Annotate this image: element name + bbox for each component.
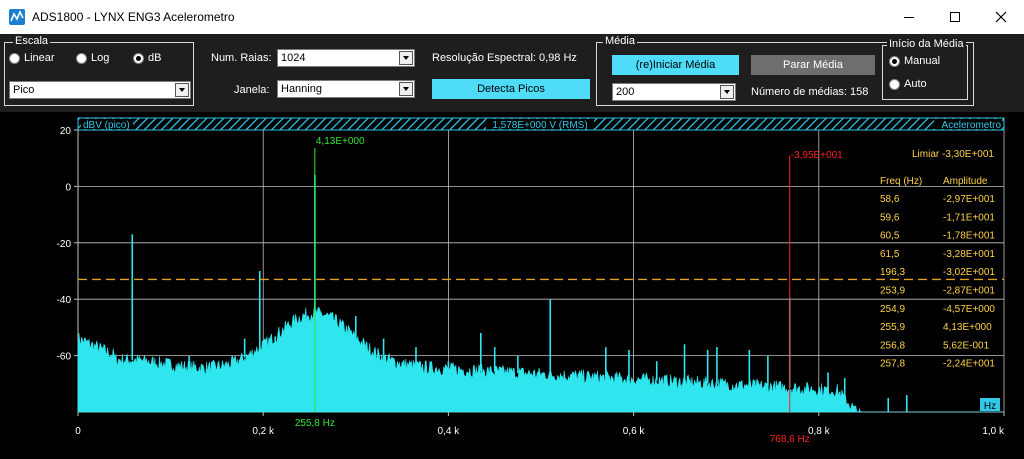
table-cell-freq: 257,8 (880, 359, 905, 370)
header-left-label: dBV (pico) (83, 120, 130, 131)
inicio-media-group: Início da Média Manual Auto (882, 38, 968, 100)
radio-linear[interactable]: Linear (9, 52, 55, 64)
radio-auto-label: Auto (904, 78, 927, 90)
x-tick-label: 0 (75, 426, 81, 437)
table-cell-freq: 61,5 (880, 249, 900, 260)
table-header-amplitude: Amplitude (943, 176, 988, 187)
spectrum-series (77, 306, 1004, 413)
table-cell-freq: 255,9 (880, 322, 905, 333)
x-tick-label: 0,4 k (438, 426, 461, 437)
resolucao-label: Resolução Espectral: 0,98 Hz (432, 52, 577, 64)
radio-log-dot[interactable] (76, 52, 87, 64)
chevron-down-icon[interactable] (399, 82, 413, 96)
table-cell-freq: 196,3 (880, 267, 905, 278)
janela-label: Janela: (234, 84, 270, 96)
table-cell-amplitude: -1,78E+001 (943, 231, 995, 242)
num-raias-select[interactable]: 1024 (277, 49, 415, 67)
radio-manual[interactable]: Manual (889, 55, 940, 67)
table-cell-amplitude: -2,24E+001 (943, 359, 995, 370)
table-cell-amplitude: -2,97E+001 (943, 194, 995, 205)
red-cursor-amp: -3,95E+001 (791, 150, 843, 161)
limiar-label: Limiar -3,30E+001 (912, 149, 994, 160)
radio-log[interactable]: Log (76, 52, 109, 64)
app-icon (9, 9, 25, 25)
control-panel: Escala Linear Log dB Pico Num. Raias: 10… (0, 34, 1024, 112)
x-tick-label: 0,6 k (623, 426, 646, 437)
radio-db-label: dB (148, 52, 162, 64)
header-center-label: 1,578E+000 V (RMS) (492, 120, 587, 131)
table-cell-amplitude: -3,28E+001 (943, 249, 995, 260)
table-cell-amplitude: -1,71E+001 (943, 212, 995, 223)
peak-table: Freq (Hz) Amplitude 58,6 -2,97E+001 59,6 -1,7… (880, 176, 995, 370)
table-cell-amplitude: 5,62E-001 (943, 340, 990, 351)
radio-auto-dot[interactable] (889, 78, 900, 90)
spectrum-chart[interactable]: 4,13E+000 255,8 Hz -3,95E+001 768,6 Hz dBV … (0, 112, 1024, 459)
janela-value: Hanning (281, 83, 322, 95)
escala-legend: Escala (13, 35, 51, 47)
radio-manual-label: Manual (904, 55, 941, 67)
radio-db[interactable]: dB (133, 52, 161, 64)
green-cursor-freq: 255,8 Hz (295, 418, 335, 429)
chevron-down-icon[interactable] (175, 83, 189, 97)
table-cell-freq: 58,6 (880, 194, 900, 205)
table-cell-freq: 60,5 (880, 231, 900, 242)
radio-auto[interactable]: Auto (889, 78, 927, 90)
table-cell-amplitude: -2,87E+001 (943, 286, 995, 297)
media-group: Média (re)Iniciar Média Parar Média 200 … (596, 35, 974, 106)
table-cell-amplitude: -3,02E+001 (943, 267, 995, 278)
inicio-media-legend: Início da Média (887, 38, 966, 50)
y-tick-label: -20 (57, 239, 72, 250)
janela-select[interactable]: Hanning (277, 80, 415, 98)
green-cursor-amp: 4,13E+000 (316, 136, 365, 147)
close-button[interactable] (978, 0, 1024, 34)
table-cell-freq: 256,8 (880, 340, 905, 351)
radio-linear-label: Linear (24, 52, 55, 64)
spectrum-plot[interactable]: 4,13E+000 255,8 Hz -3,95E+001 768,6 Hz dBV … (0, 112, 1024, 459)
minimize-button[interactable] (886, 0, 932, 34)
red-cursor-freq: 768,6 Hz (770, 434, 810, 445)
detector-select[interactable]: Pico (9, 81, 191, 99)
y-tick-label: 0 (65, 182, 71, 193)
y-tick-label: 20 (60, 126, 72, 137)
media-legend: Média (603, 35, 637, 47)
table-cell-amplitude: 4,13E+000 (943, 322, 992, 333)
maximize-button[interactable] (932, 0, 978, 34)
radio-manual-dot[interactable] (889, 55, 900, 67)
title-bar: ADS1800 - LYNX ENG3 Acelerometro (0, 0, 1024, 34)
table-cell-freq: 59,6 (880, 212, 900, 223)
media-count-select[interactable]: 200 (612, 83, 736, 101)
table-cell-freq: 253,9 (880, 286, 905, 297)
y-tick-label: -40 (57, 295, 72, 306)
x-tick-label: 1,0 k (982, 426, 1005, 437)
spectrum-area (77, 306, 1004, 413)
unit-badge: Hz (984, 401, 996, 412)
num-raias-value: 1024 (281, 52, 306, 64)
table-cell-freq: 254,9 (880, 304, 905, 315)
detecta-picos-button[interactable]: Detecta Picos (432, 79, 590, 99)
table-cell-amplitude: -4,57E+000 (943, 304, 995, 315)
numero-medias-label: Número de médias: 158 (751, 86, 869, 98)
y-tick-label: -60 (57, 352, 72, 363)
media-count-value: 200 (616, 86, 635, 98)
parar-media-button[interactable]: Parar Média (751, 55, 875, 75)
reiniciar-media-button[interactable]: (re)Iniciar Média (612, 55, 739, 75)
x-tick-label: 0,8 k (808, 426, 831, 437)
header-right-label: Acelerometro (942, 120, 1002, 131)
radio-linear-dot[interactable] (9, 52, 20, 64)
detector-select-value: Pico (13, 84, 35, 96)
window-title: ADS1800 - LYNX ENG3 Acelerometro (32, 10, 235, 24)
chevron-down-icon[interactable] (720, 85, 734, 99)
x-tick-label: 0,2 k (252, 426, 275, 437)
num-raias-label: Num. Raias: (211, 52, 272, 64)
radio-db-dot[interactable] (133, 52, 144, 64)
table-header-freq: Freq (Hz) (880, 176, 922, 187)
radio-log-label: Log (91, 52, 110, 64)
escala-group: Escala Linear Log dB Pico (4, 35, 194, 106)
chevron-down-icon[interactable] (399, 51, 413, 65)
